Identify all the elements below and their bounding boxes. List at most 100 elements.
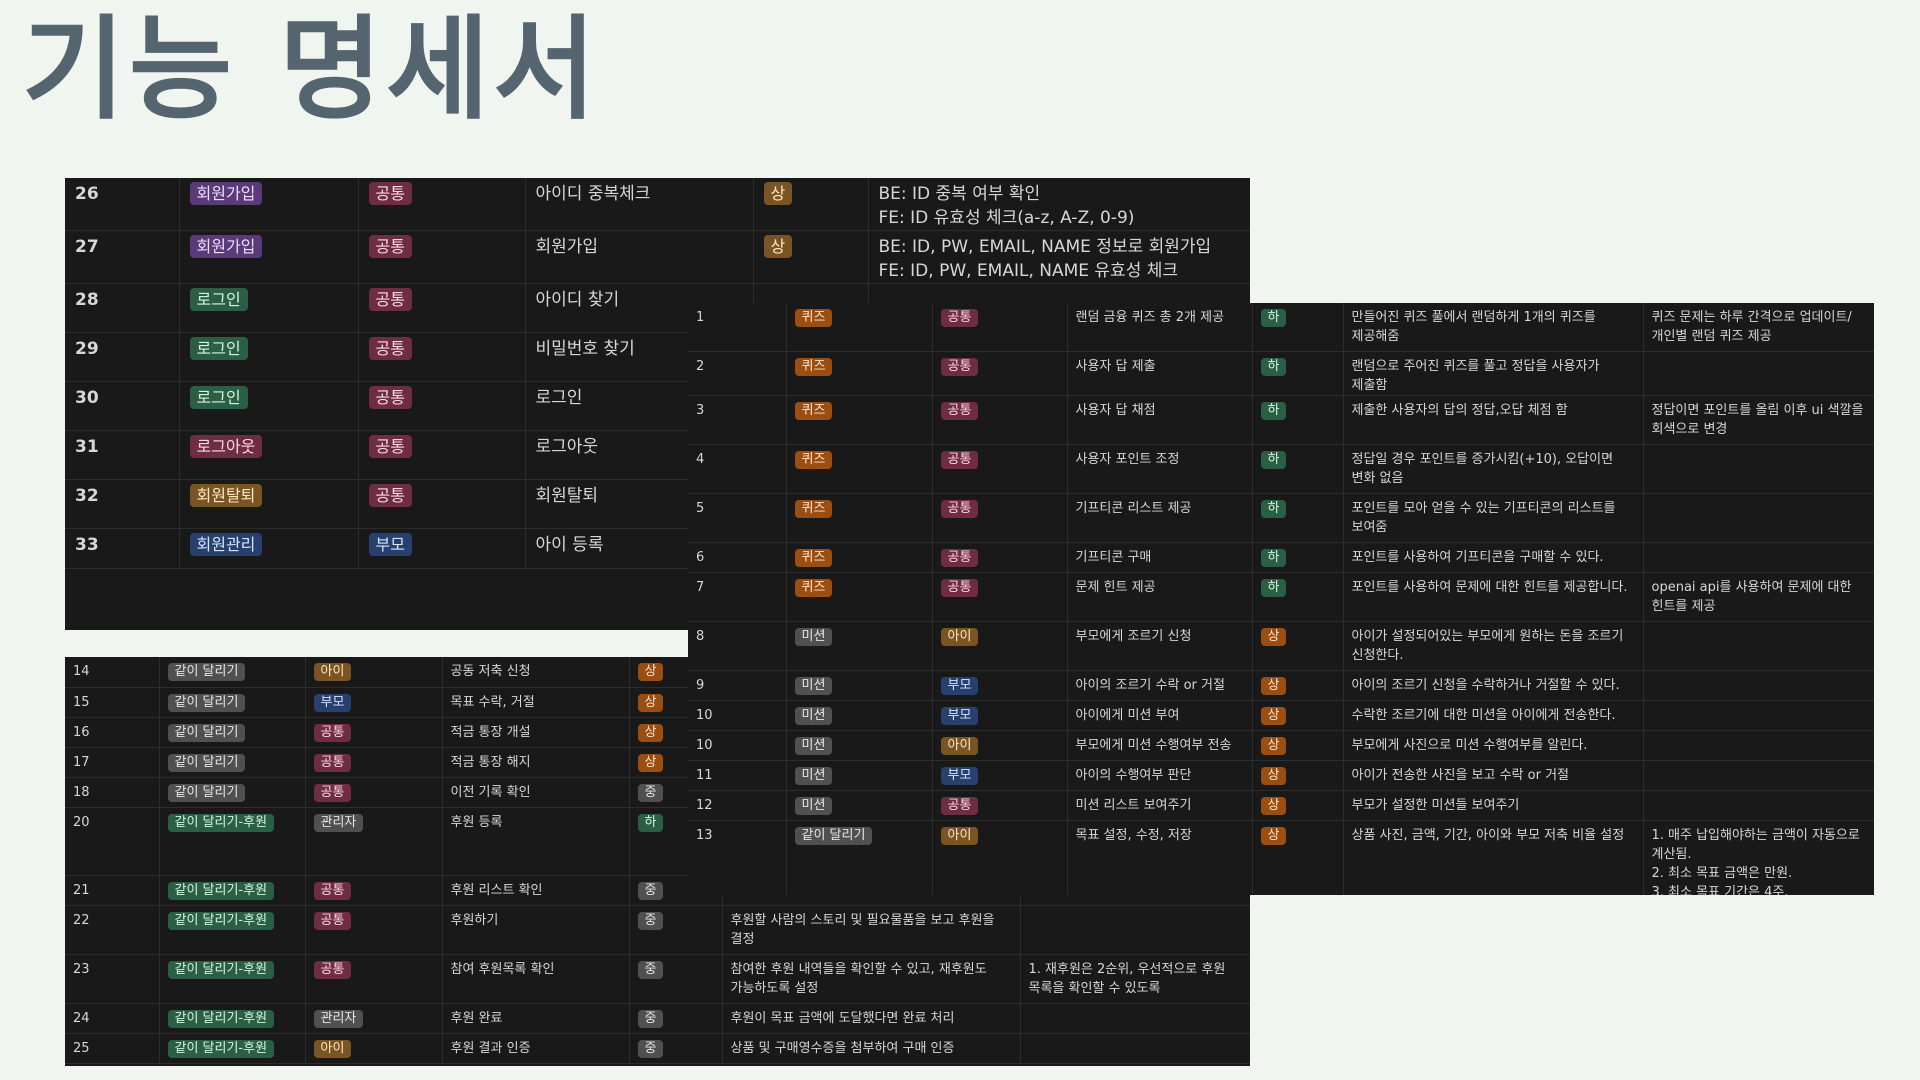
description: 부모에게 사진으로 미션 수행여부를 알린다. <box>1351 737 1588 753</box>
category-tag: 회원가입 <box>189 182 263 205</box>
description: 후원할 사람의 스토리 및 필요물품을 보고 후원을 결정 <box>730 912 995 947</box>
description: 포인트를 모아 얻을 수 있는 기프티콘의 리스트를 보여줌 <box>1351 500 1616 535</box>
target-tag-cell: 공통 <box>358 283 526 333</box>
category-tag-cell: 같이 달리기 <box>159 747 306 778</box>
feature-name: 회원가입 <box>535 237 599 257</box>
feature-name-cell: 후원 완료 <box>442 1003 630 1034</box>
target-tag-cell: 관리자 <box>305 807 443 876</box>
row-number: 18 <box>73 784 90 800</box>
priority-tag-cell: 상 <box>1252 670 1344 701</box>
category-tag: 같이 달리기-후원 <box>167 881 275 900</box>
table-row: 9 미션 부모 아이의 조르기 수락 or 거절 상 아이의 조르기 신청을 수락하거나 … <box>688 670 1874 701</box>
note: 2. 최소 목표 금액은 만원. <box>1651 865 1793 881</box>
description-cell: 참여한 후원 내역들을 확인할 수 있고, 재후원도 가능하도록 설정 <box>722 954 1021 1004</box>
feature-name: 목표 수락, 거절 <box>450 694 535 710</box>
feature-name: 후원하기 <box>450 912 499 928</box>
row-number-cell: 28 <box>65 283 180 333</box>
description-line: FE: ID 유효성 체크(a-z, A-Z, 0-9) <box>878 208 1135 228</box>
feature-name-cell: 사용자 포인트 조정 <box>1067 444 1253 494</box>
target-tag-cell: 부모 <box>932 700 1068 731</box>
note-cell: 정답이면 포인트를 올림 이후 ui 색깔을 회색으로 변경 <box>1643 395 1874 445</box>
priority-tag-cell: 상 <box>1252 760 1344 791</box>
target-tag: 공통 <box>368 235 412 258</box>
table-row: 1 퀴즈 공통 랜덤 금융 퀴즈 총 2개 제공 하 만들어진 퀴즈 풀에서 랜덤하게 1… <box>688 303 1874 352</box>
feature-name: 사용자 답 제출 <box>1075 358 1156 374</box>
table-row: 3 퀴즈 공통 사용자 답 채점 하 제출한 사용자의 답의 정답,오답 체점 함 정답이면… <box>688 395 1874 445</box>
feature-name-cell: 사용자 답 채점 <box>1067 395 1253 445</box>
row-number: 29 <box>75 339 99 359</box>
feature-name-cell: 목표 수락, 거절 <box>442 687 630 718</box>
description: 부모가 설정한 미션들 보여주기 <box>1351 797 1520 813</box>
priority-tag: 상 <box>637 663 664 681</box>
note-cell: openai api를 사용하여 문제에 대한 힌트를 제공 <box>1643 572 1874 622</box>
category-tag: 로그아웃 <box>189 435 263 458</box>
table-row: 4 퀴즈 공통 사용자 포인트 조정 하 정답일 경우 포인트를 증가시킴(+10), 오… <box>688 444 1874 494</box>
description-cell: 만들어진 퀴즈 풀에서 랜덤하게 1개의 퀴즈를 제공해줌 <box>1343 303 1644 352</box>
target-tag: 부모 <box>368 533 412 556</box>
category-tag: 퀴즈 <box>794 309 833 327</box>
category-tag: 같이 달리기 <box>167 693 246 712</box>
row-number: 16 <box>73 724 90 740</box>
target-tag: 공통 <box>313 881 352 900</box>
target-tag: 관리자 <box>313 1009 364 1028</box>
table-row: 13 같이 달리기 아이 목표 설정, 수정, 저장 상 상품 사진, 금액, 기간, 아… <box>688 820 1874 895</box>
feature-name: 참여 후원목록 확인 <box>450 961 555 977</box>
description-cell: 후원할 사람의 스토리 및 필요물품을 보고 후원을 결정 <box>722 905 1021 955</box>
target-tag-cell: 공통 <box>305 954 443 1004</box>
category-tag: 퀴즈 <box>794 499 833 518</box>
description-cell: 아이의 조르기 신청을 수락하거나 거절할 수 있다. <box>1343 670 1644 701</box>
row-number-cell: 1 <box>688 303 787 352</box>
target-tag: 공통 <box>940 499 979 518</box>
category-tag-cell: 미션 <box>786 700 933 731</box>
category-tag-cell: 회원탈퇴 <box>179 479 359 529</box>
target-tag-cell: 부모 <box>305 687 443 718</box>
feature-name-cell: 후원 리스트 확인 <box>442 875 630 906</box>
row-number-cell: 21 <box>65 875 160 906</box>
row-number-cell: 31 <box>65 430 180 480</box>
target-tag-cell: 공통 <box>358 430 526 480</box>
row-number-cell: 23 <box>65 954 160 1004</box>
target-tag-cell: 아이 <box>932 730 1068 761</box>
row-number: 1 <box>696 310 705 325</box>
priority-tag: 하 <box>1260 548 1287 567</box>
row-number: 3 <box>696 402 705 418</box>
target-tag-cell: 공통 <box>305 777 443 808</box>
category-tag: 미션 <box>794 766 833 785</box>
note: openai api를 사용하여 문제에 대한 힌트를 제공 <box>1651 579 1852 614</box>
target-tag: 공통 <box>368 435 412 458</box>
row-number-cell: 6 <box>688 542 787 573</box>
description: 아이가 설정되어있는 부모에게 원하는 돈을 조르기 신청한다. <box>1351 628 1624 663</box>
description-cell: 포인트를 사용하여 기프티콘을 구매할 수 있다. <box>1343 542 1644 573</box>
target-tag-cell: 공통 <box>358 479 526 529</box>
category-tag-cell: 같이 달리기-후원 <box>159 905 306 955</box>
priority-tag: 상 <box>637 693 664 712</box>
feature-name-cell: 아이에게 미션 부여 <box>1067 700 1253 731</box>
description: 랜덤으로 주어진 퀴즈를 풀고 정답을 사용자가 제출함 <box>1351 358 1600 393</box>
table-row: 25 같이 달리기-후원 아이 후원 결과 인증 중 상품 및 구매영수증을 첨부하여 구… <box>65 1033 1250 1064</box>
feature-name-cell: 참여 후원목록 확인 <box>442 954 630 1004</box>
priority-tag: 상 <box>637 723 664 742</box>
table-row: 12 미션 공통 미션 리스트 보여주기 상 부모가 설정한 미션들 보여주기 <box>688 790 1874 821</box>
feature-name: 아이디 중복체크 <box>535 184 651 204</box>
feature-name: 부모에게 미션 수행여부 전송 <box>1075 737 1232 753</box>
category-tag: 퀴즈 <box>794 578 833 597</box>
description-line: BE: ID 중복 여부 확인 <box>878 184 1041 204</box>
feature-name-cell: 적금 통장 개설 <box>442 717 630 748</box>
row-number: 25 <box>73 1040 90 1056</box>
note-cell <box>1020 1033 1250 1064</box>
feature-name: 기프티콘 구매 <box>1075 549 1152 565</box>
target-tag: 공통 <box>313 753 352 772</box>
category-tag: 퀴즈 <box>794 450 833 469</box>
category-tag-cell: 로그인 <box>179 381 359 431</box>
category-tag: 같이 달리기-후원 <box>167 813 275 832</box>
description: 후원이 목표 금액에 도달했다면 완료 처리 <box>730 1010 955 1026</box>
note-cell <box>1643 444 1874 494</box>
feature-name: 공동 저축 신청 <box>450 664 531 679</box>
feature-name: 이전 기록 확인 <box>450 784 531 800</box>
category-tag-cell: 미션 <box>786 760 933 791</box>
feature-name: 후원 등록 <box>450 814 503 830</box>
note-cell <box>1643 542 1874 573</box>
target-tag: 공통 <box>940 796 979 815</box>
category-tag: 회원관리 <box>189 533 263 556</box>
category-tag-cell: 미션 <box>786 621 933 671</box>
